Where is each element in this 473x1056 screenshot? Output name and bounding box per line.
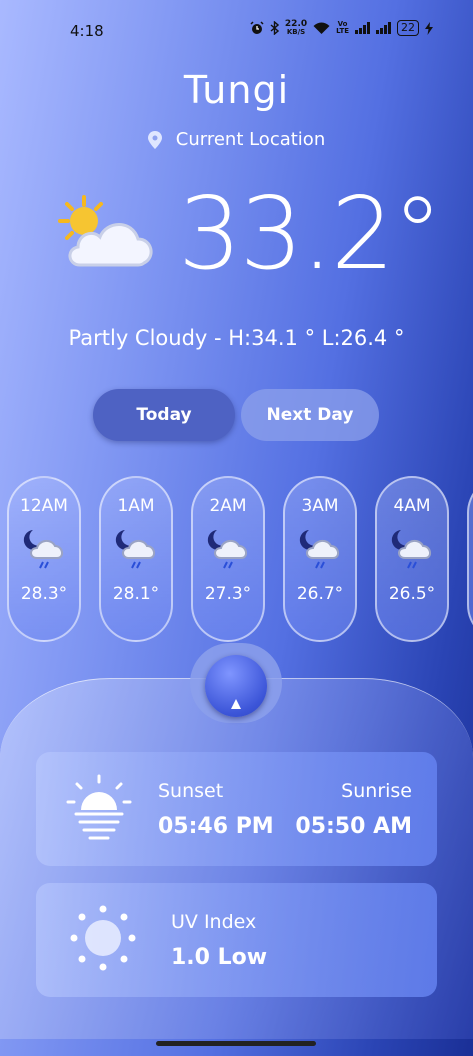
hour-temp: 28.3° xyxy=(20,584,68,604)
wifi-icon xyxy=(313,22,330,34)
hour-card[interactable]: 4AM 26.5° xyxy=(375,476,449,642)
alarm-icon xyxy=(250,21,264,34)
status-icons: 22.0 KB/S Vo LTE 22 xyxy=(250,20,433,36)
uv-index-card: UV Index 1.0 Low xyxy=(36,883,437,997)
sunset-label: Sunset xyxy=(158,780,224,802)
current-location-row[interactable]: Current Location xyxy=(0,129,473,150)
night-cloud-rain-icon xyxy=(115,530,155,569)
network-speed-unit: KB/S xyxy=(286,28,306,36)
today-button[interactable]: Today xyxy=(93,389,235,441)
night-cloud-rain-icon xyxy=(207,530,247,569)
home-indicator[interactable] xyxy=(156,1041,316,1046)
hour-card[interactable]: 12AM 28.3° xyxy=(7,476,81,642)
signal-icon-2 xyxy=(376,22,391,34)
hour-time: 3AM xyxy=(301,496,339,516)
hour-time: 4AM xyxy=(393,496,431,516)
sunrise-time: 05:50 AM xyxy=(295,814,412,839)
sunset-time: 05:46 PM xyxy=(158,814,274,839)
battery-indicator: 22 xyxy=(397,20,419,36)
signal-icon xyxy=(355,22,370,34)
sunrise-label: Sunrise xyxy=(341,780,412,802)
network-speed: 22.0 KB/S xyxy=(285,20,307,36)
hour-card[interactable]: 1AM 28.1° xyxy=(99,476,173,642)
hour-temp: 26.5° xyxy=(388,584,436,604)
night-cloud-rain-icon xyxy=(391,530,431,569)
hourly-forecast[interactable]: 12AM 28.3° 1AM 28.1° 2AM 27.3° 3AM 26.7°… xyxy=(7,476,473,646)
hour-temp: 27.3° xyxy=(204,584,252,604)
next-day-button[interactable]: Next Day xyxy=(241,389,379,441)
hour-time: 2AM xyxy=(209,496,247,516)
sun-icon xyxy=(70,905,136,971)
sunset-sunrise-card: Sunset 05:46 PM Sunrise 05:50 AM xyxy=(36,752,437,866)
volte-indicator: Vo LTE xyxy=(336,21,349,35)
hour-temp: 26.7° xyxy=(296,584,344,604)
hour-temp: 28.1° xyxy=(112,584,160,604)
status-time: 4:18 xyxy=(70,22,104,40)
weather-summary: Partly Cloudy - H:34.1 ° L:26.4 ° xyxy=(68,326,405,350)
compass-button[interactable] xyxy=(205,655,267,717)
current-temperature: 33.2° xyxy=(178,175,443,292)
hour-card[interactable]: 2AM 27.3° xyxy=(191,476,265,642)
hour-time: 12AM xyxy=(20,496,68,516)
charging-icon xyxy=(425,21,433,35)
location-pin-icon xyxy=(147,130,162,149)
hour-card[interactable]: 3AM 26.7° xyxy=(283,476,357,642)
uv-index-label: UV Index xyxy=(171,911,257,933)
current-location-label: Current Location xyxy=(175,129,326,150)
hour-time: 1AM xyxy=(117,496,155,516)
bluetooth-icon xyxy=(270,21,279,35)
city-name: Tungi xyxy=(183,68,290,112)
night-cloud-rain-icon xyxy=(23,530,63,569)
hour-card-partial[interactable] xyxy=(467,476,473,642)
navigation-arrow-icon xyxy=(231,699,241,709)
volte-bottom: LTE xyxy=(336,27,349,35)
night-cloud-rain-icon xyxy=(299,530,339,569)
uv-index-value: 1.0 Low xyxy=(171,945,268,970)
current-weather: 33.2° xyxy=(50,175,450,295)
partly-cloudy-day-icon xyxy=(58,195,153,267)
status-bar: 4:18 22.0 KB/S Vo LTE 22 xyxy=(0,0,473,62)
sunset-icon xyxy=(66,774,132,840)
day-toggle: Today Next Day xyxy=(93,389,380,441)
